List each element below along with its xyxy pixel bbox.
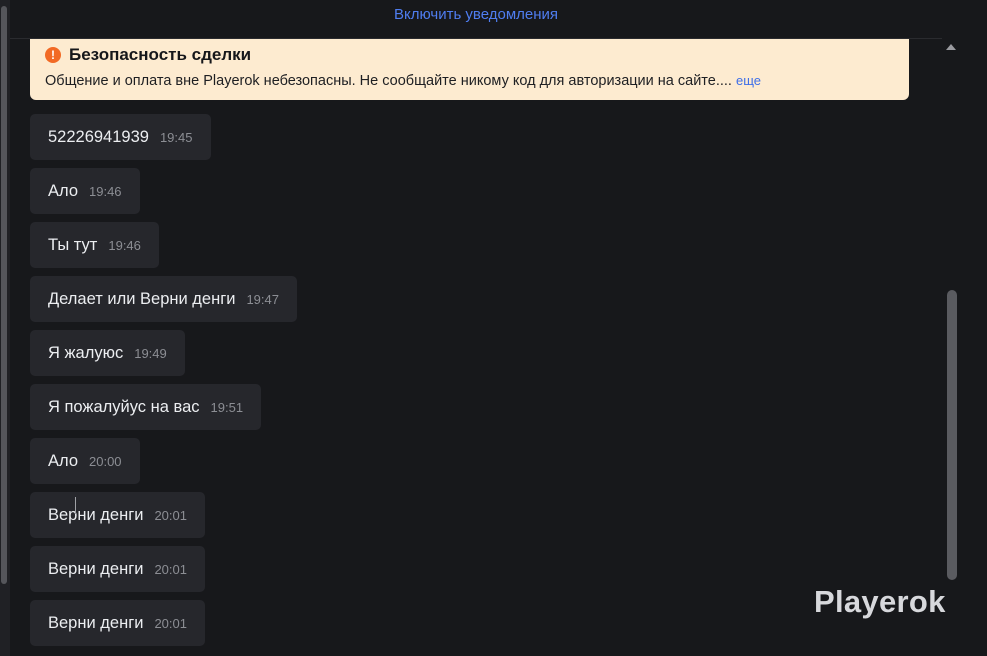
message-bubble[interactable]: Делает или Верни денги 19:47 (30, 276, 297, 322)
message-text: Верни денги (48, 506, 144, 524)
message-time: 19:46 (89, 184, 122, 199)
chat-page: Включить уведомления ! Безопасность сдел… (0, 0, 987, 656)
message-text: Ты тут (48, 236, 98, 254)
message-text: Верни денги (48, 560, 144, 578)
scroll-up-arrow-icon[interactable] (946, 44, 956, 50)
message-time: 20:00 (89, 454, 122, 469)
message-time: 19:45 (159, 130, 193, 145)
playerok-logo: Playerok (814, 584, 946, 619)
message-bubble[interactable]: Я жалуюс 19:49 (30, 330, 185, 376)
message-text: 52226941939 (48, 128, 149, 146)
message-time: 20:01 (154, 562, 187, 577)
message-text: Делает или Верни денги (48, 290, 236, 308)
show-more-link[interactable]: еще (736, 73, 761, 88)
deal-safety-text-row: Общение и оплата вне Playerok небезопасн… (45, 73, 894, 89)
message-bubble[interactable]: Верни денги 20:01 (30, 546, 205, 592)
left-scrollbar-thumb[interactable] (1, 6, 7, 584)
message-bubble[interactable]: Ало 20:00 (30, 438, 140, 484)
message-text: Верни денги (48, 614, 144, 632)
chat-messages-area: ! Безопасность сделки Общение и оплата в… (10, 39, 942, 656)
message-text: Я пожалуйус на вас (48, 398, 200, 416)
message-bubble[interactable]: Я пожалуйус на вас 19:51 (30, 384, 262, 430)
left-scrollbar[interactable] (0, 0, 10, 656)
message-bubble[interactable]: Ало 19:46 (30, 168, 140, 214)
deal-safety-title: Безопасность сделки (69, 45, 252, 64)
notification-bar: Включить уведомления (10, 0, 942, 39)
deal-safety-title-row: ! Безопасность сделки (45, 43, 894, 67)
message-time: 19:47 (246, 292, 279, 307)
message-time: 19:51 (210, 400, 244, 415)
message-text: Ало (48, 452, 78, 470)
deal-safety-banner: ! Безопасность сделки Общение и оплата в… (30, 39, 909, 100)
message-bubble[interactable]: Верни денги 20:01 (30, 492, 205, 538)
message-time: 19:46 (108, 238, 141, 253)
message-list: 52226941939 19:45 Ало 19:46 Ты тут 19:46… (30, 114, 297, 654)
enable-notifications-link[interactable]: Включить уведомления (394, 6, 558, 23)
text-cursor-icon (72, 497, 80, 514)
deal-safety-text: Общение и оплата вне Playerok небезопасн… (45, 73, 732, 89)
message-bubble[interactable]: Ты тут 19:46 (30, 222, 159, 268)
message-text: Ало (48, 182, 78, 200)
message-time: 20:01 (154, 508, 187, 523)
chat-scrollbar-thumb[interactable] (947, 290, 957, 580)
message-text: Я жалуюс (48, 344, 124, 362)
message-bubble[interactable]: Верни денги 20:01 (30, 600, 205, 646)
message-time: 20:01 (154, 616, 187, 631)
message-time: 19:49 (134, 346, 167, 361)
message-bubble[interactable]: 52226941939 19:45 (30, 114, 211, 160)
warning-icon: ! (45, 47, 61, 63)
